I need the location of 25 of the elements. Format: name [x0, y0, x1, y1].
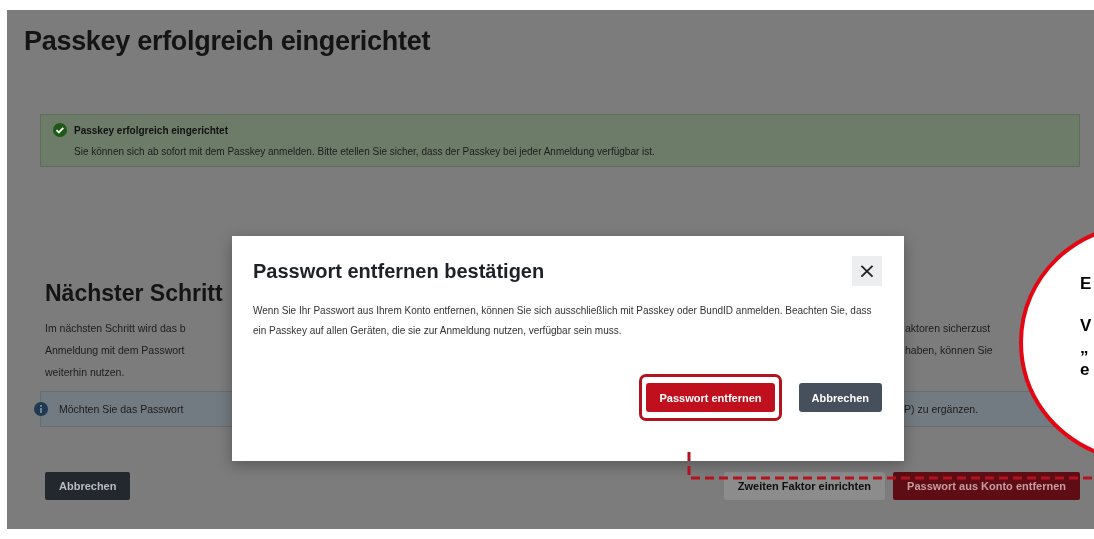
paragraph-text: haben, können Sie: [905, 343, 993, 358]
alert-text: P) zu ergänzen.: [904, 403, 979, 415]
cancel-button[interactable]: Abbrechen: [45, 472, 131, 500]
paragraph-text: weiterhin nutzen.: [45, 365, 125, 380]
info-icon: [34, 402, 48, 416]
dialog-title: Passwort entfernen bestätigen: [253, 259, 545, 283]
remove-password-button[interactable]: Passwort entfernen: [646, 383, 775, 412]
page-title: Passkey erfolgreich eingerichtet: [24, 26, 432, 57]
setup-button[interactable]: Zweiten Faktor einrichten: [723, 472, 886, 500]
callout-text: „: [1080, 338, 1090, 358]
alert-text: Sie können sich ab sofort mit dem Passkey anmelden. Bitte etellen Sie sicher, dass der Passkey bei jeder Anmeldung verfügbar ist.: [74, 146, 656, 157]
callout-text: V: [1080, 316, 1092, 336]
section-heading: Nächster Schritt: [45, 280, 223, 307]
alert-text: Möchten Sie das Passwort: [59, 403, 184, 415]
dialog-text: Wenn Sie Ihr Passwort aus Ihrem Konto entfernen, können Sie sich ausschließlich mit Passkey oder BundID anmelden. Beachten Sie, dass ein Passkey auf allen Geräten, die sie zur Anmeldung nutzen, verfügbar sein muss.: [253, 304, 873, 338]
paragraph-text: Im nächsten Schritt wird das b: [45, 321, 186, 336]
cancel-button[interactable]: Abbrechen: [798, 383, 882, 412]
paragraph-text: aktoren sicherzust: [905, 321, 991, 336]
callout-text: E: [1080, 274, 1092, 294]
check-circle-icon: [53, 123, 67, 137]
remove-button[interactable]: Passwort aus Konto entfernen: [893, 472, 1080, 500]
alert-title: Passkey erfolgreich eingerichtet: [74, 124, 228, 136]
callout-text: e: [1080, 360, 1091, 380]
paragraph-text: Anmeldung mit dem Passwort: [45, 343, 185, 358]
close-button[interactable]: ×: [852, 256, 882, 286]
